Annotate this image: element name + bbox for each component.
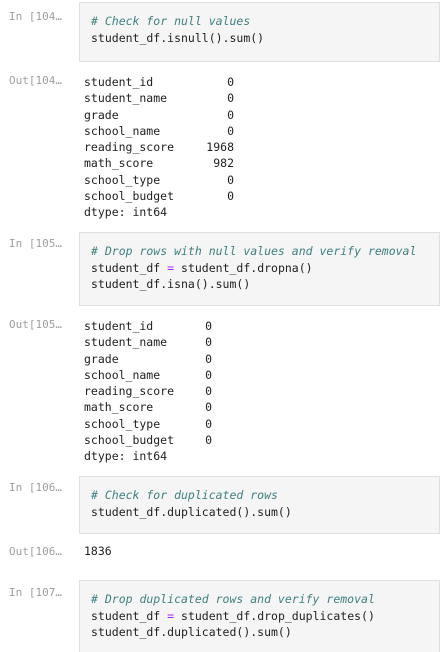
code-line: student_df.duplicated().sum() xyxy=(91,504,292,519)
output-row: grade 0 xyxy=(84,351,244,367)
output-row: student_name 0 xyxy=(84,90,244,106)
output-row: reading_score 0 xyxy=(84,383,244,399)
output-value: 0 xyxy=(205,400,212,415)
output-value: 0 xyxy=(227,75,234,89)
output-row: school_budget 0 xyxy=(84,188,244,204)
output-key: reading_score xyxy=(84,140,175,155)
code-line: student_df.duplicated().sum() xyxy=(91,625,292,639)
output-value: 0 xyxy=(227,91,234,106)
output-key: student_id xyxy=(84,319,154,333)
output-row: student_name 0 xyxy=(84,334,244,350)
output-value: 0 xyxy=(227,107,234,122)
output-key: student_id xyxy=(84,75,154,89)
code-line: student_df.isnull().sum() xyxy=(91,30,265,45)
output-value: 0 xyxy=(205,367,212,382)
output-key: dtype: int64 xyxy=(84,205,168,220)
output-key: school_type xyxy=(84,416,161,431)
output-row: math_score 982 xyxy=(84,155,244,171)
output-value: 0 xyxy=(227,189,234,204)
output-key: school_budget xyxy=(84,433,175,448)
code-cell[interactable]: # Drop duplicated rows and verify remova… xyxy=(79,580,440,652)
output-key: math_score xyxy=(84,156,154,171)
output-key: school_name xyxy=(84,123,161,138)
code-cell[interactable]: # Check for null values student_df.isnul… xyxy=(79,2,440,62)
output-value: 0 xyxy=(227,172,234,187)
out-prompt: Out[104… xyxy=(9,74,62,87)
output-row: math_score 0 xyxy=(84,399,244,415)
output-row: grade 0 xyxy=(84,107,244,123)
in-prompt: In [106… xyxy=(9,481,62,494)
output-key: grade xyxy=(84,107,119,122)
out-prompt: Out[106… xyxy=(9,545,62,558)
output-row: school_type 0 xyxy=(84,416,244,432)
output-row: school_name 0 xyxy=(84,123,244,139)
in-prompt: In [105… xyxy=(9,237,62,250)
output-key: math_score xyxy=(84,400,154,415)
code-line: student_df = student_df.dropna() xyxy=(91,260,313,275)
code-comment: # Drop rows with null values and verify … xyxy=(91,244,417,258)
output-value: 982 xyxy=(213,156,234,171)
output-key: school_type xyxy=(84,172,161,187)
output-row: dtype: int64 xyxy=(84,204,244,220)
out-prompt: Out[105… xyxy=(9,318,62,331)
output-series: student_id 0 student_name 0 grade 0 school_nam… xyxy=(84,74,244,221)
output-value: 1968 xyxy=(206,140,234,155)
code-comment: # Drop duplicated rows and verify remova… xyxy=(91,592,375,606)
code-cell[interactable]: # Check for duplicated rows student_df.d… xyxy=(79,476,440,534)
output-row: school_budget 0 xyxy=(84,432,244,448)
output-key: grade xyxy=(84,351,119,366)
output-value: 0 xyxy=(205,416,212,431)
output-row: reading_score 1968 xyxy=(84,139,244,155)
output-key: student_name xyxy=(84,335,168,350)
output-value: 0 xyxy=(205,433,212,448)
output-row: school_name 0 xyxy=(84,367,244,383)
output-key: reading_score xyxy=(84,384,175,399)
code-line: student_df.isna().sum() xyxy=(91,277,251,291)
output-row: school_type 0 xyxy=(84,172,244,188)
output-row: student_id 0 xyxy=(84,318,244,334)
output-value: 0 xyxy=(205,384,212,399)
code-comment: # Check for null values xyxy=(91,14,251,28)
output-row: dtype: int64 xyxy=(84,448,244,464)
output-value: 0 xyxy=(205,335,212,350)
output-key: dtype: int64 xyxy=(84,449,168,464)
output-value: 0 xyxy=(227,123,234,138)
in-prompt: In [107… xyxy=(9,586,62,599)
output-key: student_name xyxy=(84,91,168,106)
output-value: 0 xyxy=(205,319,212,333)
output-value: 1836 xyxy=(84,544,112,558)
code-comment: # Check for duplicated rows xyxy=(91,488,278,502)
output-row: student_id 0 xyxy=(84,74,244,90)
output-key: school_budget xyxy=(84,189,175,204)
code-cell[interactable]: # Drop rows with null values and verify … xyxy=(79,232,440,306)
code-line: student_df = student_df.drop_duplicates(… xyxy=(91,608,375,623)
output-key: school_name xyxy=(84,367,161,382)
in-prompt: In [104… xyxy=(9,10,62,23)
output-series: student_id 0 student_name 0 grade 0 school_nam… xyxy=(84,318,244,465)
output-value: 0 xyxy=(205,351,212,366)
